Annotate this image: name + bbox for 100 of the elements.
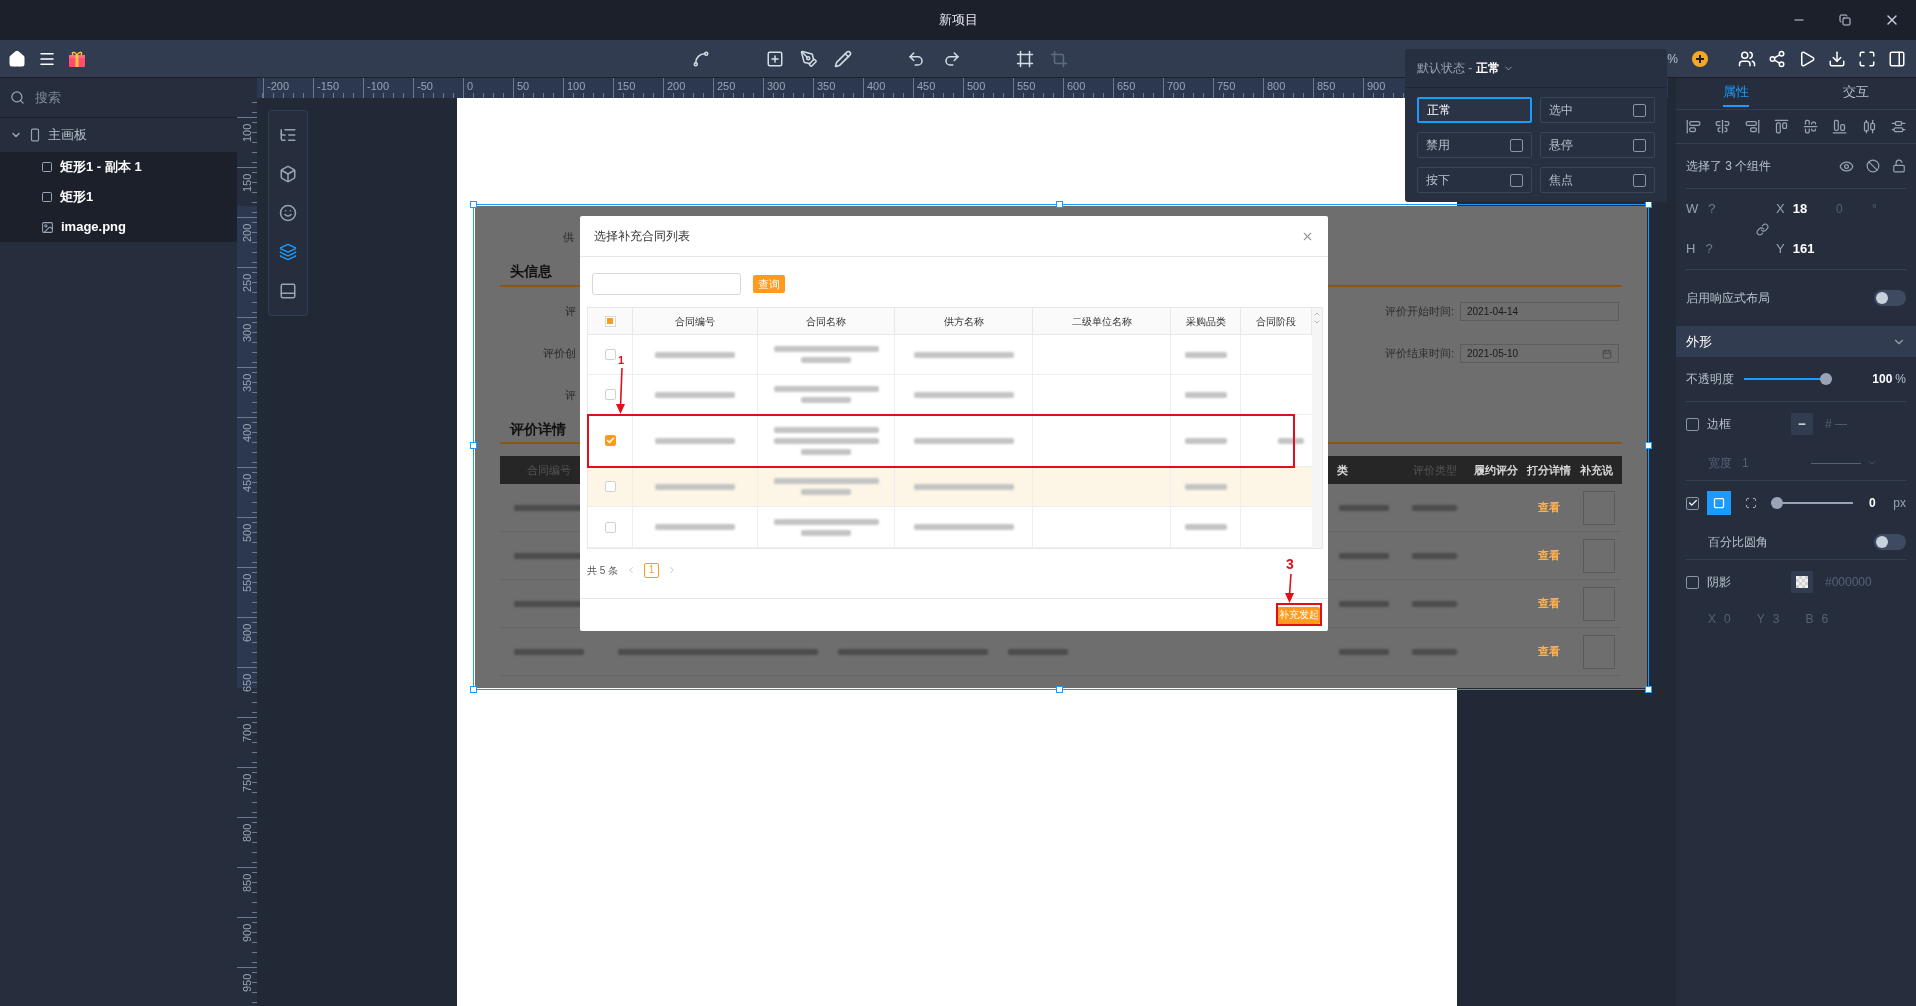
smiley-icon[interactable] [279,204,297,222]
opacity-slider[interactable] [1744,373,1832,385]
outline-icon[interactable] [279,126,297,144]
checkbox[interactable] [1686,417,1699,431]
eye-icon[interactable] [1839,158,1854,174]
frame-icon[interactable] [1016,49,1034,68]
field-label: H [1686,240,1696,259]
row-checkbox[interactable] [604,435,616,446]
share-icon[interactable] [1768,49,1786,68]
distribute-horizontal-icon[interactable] [1861,119,1877,134]
play-icon[interactable] [1798,49,1816,68]
row-checkbox[interactable] [604,481,616,492]
tree-item[interactable]: image.png [0,212,237,242]
column-header: 补充说 [1580,462,1613,478]
cube-icon[interactable] [279,165,297,183]
distribute-vertical-icon[interactable] [1890,119,1906,134]
restore-icon[interactable] [1839,14,1851,26]
align-top-icon[interactable] [1773,119,1789,134]
row-checkbox[interactable] [604,389,616,400]
panel-icon[interactable] [1888,49,1906,68]
gift-icon[interactable] [68,49,86,68]
row-checkbox[interactable] [604,521,616,533]
fullscreen-icon[interactable] [1858,49,1876,68]
field-value[interactable]: 18 [1792,199,1808,219]
search-field[interactable]: 搜索 [35,87,215,108]
align-center-icon[interactable] [1715,119,1731,134]
align-right-icon[interactable] [1744,119,1760,134]
field-label: X [1776,200,1785,219]
add-icon[interactable] [1692,50,1708,67]
tree-item[interactable]: 矩形1 - 副本 1 [0,152,237,182]
state-dropdown[interactable]: 正常 [1476,59,1515,77]
blurred-text [1008,648,1068,655]
slider-thumb[interactable] [1820,373,1832,385]
section-title: 头信息 [510,262,552,281]
resize-handle[interactable] [470,686,477,693]
highlight-frame [1276,603,1322,626]
state-option[interactable]: 按下 [1417,167,1532,193]
row-checkbox[interactable] [604,349,616,360]
add-frame-icon[interactable] [766,49,784,68]
tab[interactable]: 交互 [1796,78,1916,109]
field-value[interactable]: 161 [1792,239,1815,259]
checkbox[interactable] [1633,173,1646,187]
undo-icon[interactable] [907,49,925,68]
blurred-text [801,529,851,536]
download-icon[interactable] [1828,49,1846,68]
resize-handle[interactable] [1056,201,1063,208]
checkbox[interactable] [1686,575,1699,589]
state-option[interactable]: 悬停 [1540,132,1655,158]
setting-label: 启用响应式布局 [1686,290,1770,307]
resize-handle[interactable] [1056,686,1063,693]
ban-icon[interactable] [1866,159,1880,173]
field-label: 供 [563,231,574,243]
checkbox[interactable] [1510,173,1523,187]
panel-icon[interactable] [279,282,297,300]
connector-icon[interactable] [692,49,710,68]
percent-radius-toggle[interactable] [1874,534,1906,550]
radius-slider[interactable] [1771,497,1853,509]
align-bottom-icon[interactable] [1832,119,1848,134]
opacity-value[interactable]: 100 [1872,370,1893,388]
home-icon[interactable] [8,49,26,68]
align-middle-icon[interactable] [1803,119,1819,134]
section-header[interactable]: 外形 [1676,326,1916,357]
checkbox[interactable] [1510,138,1523,152]
radius-value[interactable]: 0 [1869,494,1876,512]
resize-handle[interactable] [1645,686,1652,693]
pencil-icon[interactable] [834,49,852,68]
checkbox[interactable] [1686,496,1699,510]
checkbox[interactable] [1633,103,1646,117]
state-option[interactable]: 禁用 [1417,132,1532,158]
tree-item[interactable]: 矩形1 [0,182,237,212]
checkbox[interactable] [1633,138,1646,152]
state-option[interactable]: 正常 [1417,97,1532,123]
responsive-toggle[interactable] [1874,290,1906,306]
tab[interactable]: 属性 [1676,78,1796,109]
color-swatch[interactable] [1791,571,1813,593]
resize-handle[interactable] [470,442,477,449]
slider-thumb[interactable] [1771,497,1783,509]
blurred-text [1184,524,1227,530]
state-option[interactable]: 焦点 [1540,167,1655,193]
resize-handle[interactable] [1645,442,1652,449]
resize-handle[interactable] [470,201,477,208]
column-header: 供方名称 [943,314,984,329]
layers-icon[interactable] [279,243,297,261]
field-label: 评 [565,304,576,320]
align-left-icon[interactable] [1686,119,1701,134]
redo-icon[interactable] [943,49,961,68]
link-icon[interactable] [1755,222,1769,236]
users-icon[interactable] [1738,49,1756,68]
state-option[interactable]: 选中 [1540,97,1655,123]
window-title: 新项目 [938,11,978,30]
corner-mode-button[interactable] [1707,491,1731,515]
border-style-button[interactable] [1791,413,1813,435]
select-all-checkbox[interactable] [604,315,616,327]
tree-item[interactable]: 主画板 [0,118,237,152]
unit-label: % [1895,371,1906,388]
search-field[interactable] [592,273,741,295]
unlock-icon[interactable] [1892,159,1906,173]
pen-icon[interactable] [800,49,818,68]
rectangle-icon [41,191,53,203]
setting-label: 不透明度 [1686,371,1734,388]
